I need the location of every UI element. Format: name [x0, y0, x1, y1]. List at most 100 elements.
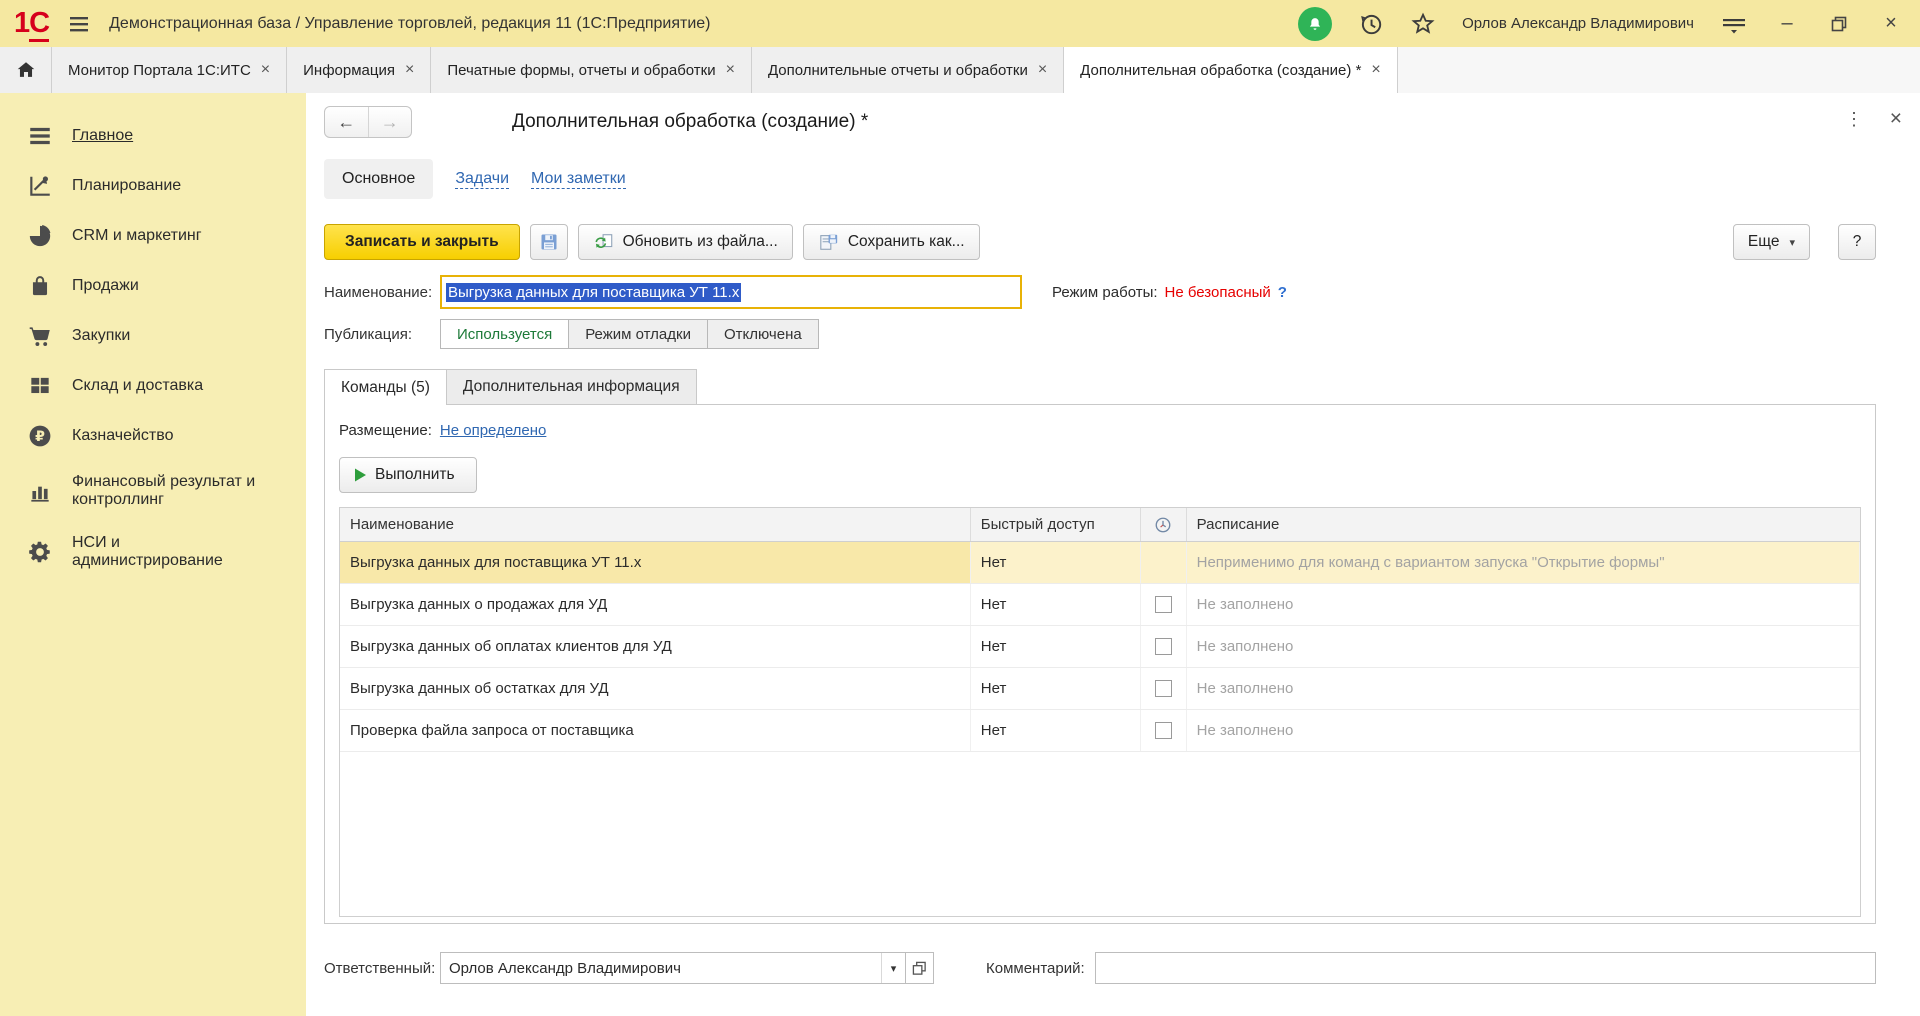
schedule-checkbox[interactable]	[1155, 596, 1172, 613]
sidebar-item-nsi-administrirovanie[interactable]: НСИ и администрирование	[0, 522, 306, 583]
bar-chart-icon	[26, 478, 54, 504]
table-row[interactable]: Выгрузка данных об оплатах клиентов для …	[340, 626, 1860, 668]
hamburger-menu-icon[interactable]	[67, 12, 91, 36]
schedule-checkbox[interactable]	[1155, 680, 1172, 697]
current-user-name[interactable]: Орлов Александр Владимирович	[1462, 15, 1694, 32]
restore-button[interactable]	[1826, 16, 1852, 32]
warehouse-grid-icon	[26, 373, 54, 399]
service-menu-icon[interactable]	[1720, 12, 1748, 36]
minimize-button[interactable]: –	[1774, 12, 1800, 35]
schedule-checkbox[interactable]	[1155, 638, 1172, 655]
tab-zadachi[interactable]: Задачи	[455, 170, 509, 189]
publication-option-otklyuchena[interactable]: Отключена	[708, 319, 819, 349]
gear-icon	[26, 539, 54, 565]
page-title: Дополнительная обработка (создание) *	[512, 111, 868, 133]
tab-informaciya[interactable]: Информация ×	[287, 47, 431, 93]
sidebar-item-prodazhi[interactable]: Продажи	[0, 261, 306, 311]
sidebar-item-planirovanie[interactable]: Планирование	[0, 161, 306, 211]
comment-label: Комментарий:	[986, 960, 1085, 977]
open-windows-tabbar: Монитор Портала 1С:ИТС × Информация × Пе…	[0, 47, 1920, 93]
forward-arrow-icon[interactable]: →	[369, 107, 412, 137]
tab-monitor-portala[interactable]: Монитор Портала 1С:ИТС ×	[52, 47, 287, 93]
name-field-label: Наименование:	[324, 284, 440, 301]
sidebar-item-sklad[interactable]: Склад и доставка	[0, 361, 306, 411]
favorites-star-icon[interactable]	[1410, 11, 1436, 37]
col-header-schedule-icon[interactable]	[1141, 508, 1187, 541]
notifications-bell-icon[interactable]	[1298, 7, 1332, 41]
sidebar-item-kaznacheystvo[interactable]: ₽ Казначейство	[0, 411, 306, 461]
sidebar-item-zakupki[interactable]: Закупки	[0, 311, 306, 361]
commands-table: Наименование Быстрый доступ Расписание В…	[339, 507, 1861, 917]
sidebar-item-glavnoe[interactable]: Главное	[0, 111, 306, 161]
back-arrow-icon[interactable]: ←	[325, 107, 369, 137]
responsible-combo[interactable]: Орлов Александр Владимирович ▾	[440, 952, 906, 984]
chevron-down-icon: ▾	[1789, 236, 1795, 249]
sections-sidebar: Главное Планирование CRM и маркетинг Про…	[0, 93, 306, 1016]
tab-osnovnoe[interactable]: Основное	[324, 159, 433, 199]
help-button[interactable]: ?	[1838, 224, 1876, 260]
name-input-selected-text: Выгрузка данных для поставщика УТ 11.x	[446, 283, 741, 302]
table-row[interactable]: Выгрузка данных об остатках для УД Нет Н…	[340, 668, 1860, 710]
schedule-checkbox[interactable]	[1155, 722, 1172, 739]
tab-close-icon[interactable]: ×	[405, 61, 414, 79]
home-icon	[15, 59, 37, 81]
publication-option-ispolzuetsya[interactable]: Используется	[440, 319, 569, 349]
publication-option-rezhim-otladki[interactable]: Режим отладки	[569, 319, 708, 349]
mode-label: Режим работы:	[1052, 284, 1158, 301]
tab-dop-obrabotka-active[interactable]: Дополнительная обработка (создание) * ×	[1064, 47, 1398, 93]
tab-close-icon[interactable]: ×	[261, 61, 270, 79]
window-title: Демонстрационная база / Управление торго…	[109, 15, 710, 33]
play-icon	[354, 468, 367, 482]
tab-pechatnye-formy[interactable]: Печатные формы, отчеты и обработки ×	[431, 47, 752, 93]
table-row[interactable]: Выгрузка данных о продажах для УД Нет Не…	[340, 584, 1860, 626]
tab-close-icon[interactable]: ×	[1371, 61, 1380, 79]
sidebar-item-crm[interactable]: CRM и маркетинг	[0, 211, 306, 261]
table-empty-area	[340, 752, 1860, 916]
placement-label: Размещение:	[339, 422, 432, 439]
col-header-schedule[interactable]: Расписание	[1187, 508, 1860, 541]
planning-chart-icon	[26, 173, 54, 199]
table-row[interactable]: Выгрузка данных для поставщика УТ 11.x Н…	[340, 542, 1860, 584]
col-header-name[interactable]: Наименование	[340, 508, 971, 541]
home-tab[interactable]	[0, 47, 52, 93]
ruble-coin-icon: ₽	[26, 423, 54, 449]
command-bar: Записать и закрыть Обновить из файла... …	[324, 223, 1876, 261]
placement-link[interactable]: Не определено	[440, 422, 546, 439]
more-button[interactable]: Еще ▾	[1733, 224, 1810, 260]
name-input[interactable]: Выгрузка данных для поставщика УТ 11.x	[440, 275, 1022, 309]
comment-input[interactable]	[1095, 952, 1876, 984]
save-as-icon	[818, 232, 840, 252]
clock-icon	[1154, 516, 1172, 534]
save-as-button[interactable]: Сохранить как...	[803, 224, 980, 260]
history-icon[interactable]	[1358, 11, 1384, 37]
section-tabs: Команды (5) Дополнительная информация	[324, 369, 1876, 405]
publication-label: Публикация:	[324, 326, 440, 343]
run-button[interactable]: Выполнить	[339, 457, 477, 493]
sidebar-item-finrezultat[interactable]: Финансовый результат и контроллинг	[0, 461, 306, 522]
shopping-cart-icon	[26, 323, 54, 349]
col-header-quick-access[interactable]: Быстрый доступ	[971, 508, 1141, 541]
footer-fields: Ответственный: Орлов Александр Владимиро…	[324, 952, 1876, 984]
update-from-file-button[interactable]: Обновить из файла...	[578, 224, 793, 260]
save-and-close-button[interactable]: Записать и закрыть	[324, 224, 520, 260]
combo-dropdown-icon[interactable]: ▾	[881, 953, 905, 983]
menu-lines-icon	[26, 123, 54, 149]
tab-komandy[interactable]: Команды (5)	[324, 369, 447, 405]
tab-moi-zametki[interactable]: Мои заметки	[531, 170, 626, 189]
form-close-icon[interactable]: ×	[1890, 107, 1902, 131]
mode-help-icon[interactable]: ?	[1278, 284, 1287, 301]
responsible-label: Ответственный:	[324, 960, 440, 977]
tab-dop-informaciya[interactable]: Дополнительная информация	[447, 369, 697, 405]
1c-logo-icon: 1С	[14, 9, 49, 38]
table-header-row: Наименование Быстрый доступ Расписание	[340, 508, 1860, 542]
tab-close-icon[interactable]: ×	[1038, 61, 1047, 79]
form-more-actions-icon[interactable]: ⋮	[1845, 109, 1864, 130]
table-row[interactable]: Проверка файла запроса от поставщика Нет…	[340, 710, 1860, 752]
form-nav-tabs: Основное Задачи Мои заметки	[324, 157, 1876, 201]
tab-close-icon[interactable]: ×	[726, 61, 735, 79]
save-button[interactable]	[530, 224, 568, 260]
open-choice-button[interactable]	[906, 952, 934, 984]
tab-dop-otchety[interactable]: Дополнительные отчеты и обработки ×	[752, 47, 1064, 93]
close-window-button[interactable]: ×	[1878, 12, 1904, 35]
shopping-bag-icon	[26, 273, 54, 299]
